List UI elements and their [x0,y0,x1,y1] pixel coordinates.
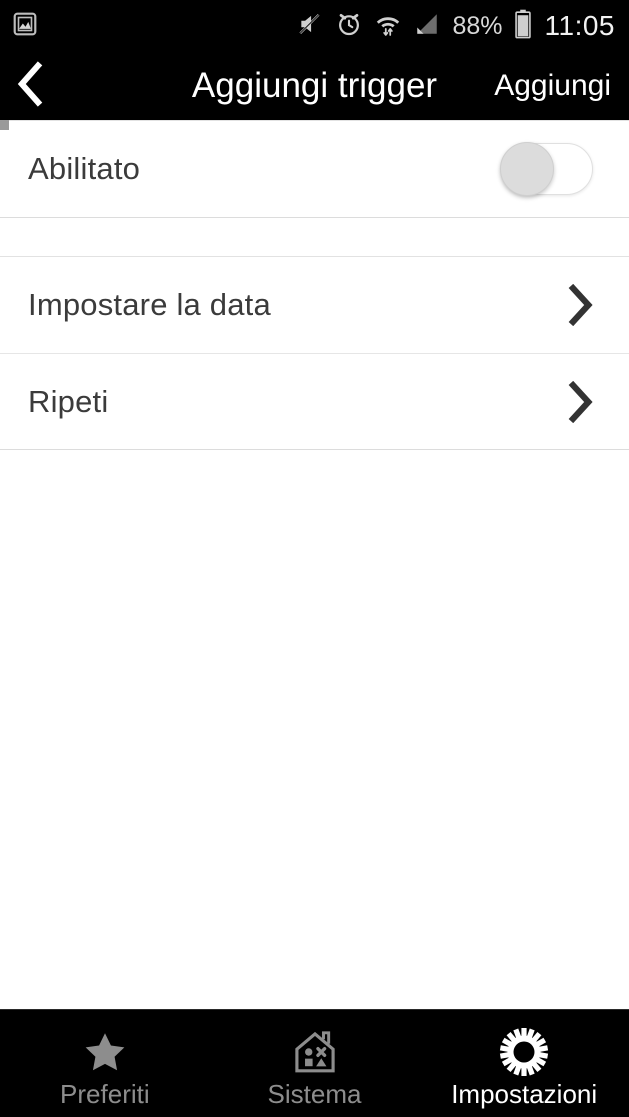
add-button[interactable]: Aggiungi [494,69,629,103]
star-icon [81,1027,129,1077]
battery-icon [514,9,532,44]
status-bar-clock: 11:05 [544,10,615,41]
row-accessory [500,142,605,196]
status-bar-left [12,11,38,42]
tab-label-sistema: Sistema [267,1078,362,1109]
tab-preferiti[interactable]: Preferiti [0,1010,210,1117]
chevron-left-icon [14,60,48,112]
row-accessory [563,283,605,327]
enabled-toggle[interactable] [500,142,593,196]
house-shapes-icon [290,1027,340,1077]
status-bar-right: 88% 11:05 [296,9,615,44]
scroll-position-indicator[interactable] [0,120,9,130]
row-accessory [563,380,605,423]
row-label-abilitato: Abilitato [28,151,141,186]
chevron-right-icon [563,283,597,327]
status-bar: 88% 11:05 [0,0,629,52]
tab-label-preferiti: Preferiti [60,1078,150,1109]
row-label-impostare-la-data: Impostare la data [28,287,271,322]
phone-screen: 88% 11:05 Aggiungi trigger Aggiungi Abil… [0,0,629,1117]
alarm-clock-icon [335,10,363,43]
row-ripeti[interactable]: Ripeti [0,353,629,449]
sound-muted-icon [296,11,324,42]
section-spacer [0,218,629,256]
toggle-knob [500,142,554,196]
gallery-image-icon [12,11,38,42]
battery-percent-label: 88% [452,11,503,40]
row-impostare-la-data[interactable]: Impostare la data [0,257,629,353]
gear-icon [498,1027,550,1077]
bottom-navigation-bar: Preferiti Sistema Impostazioni [0,1009,629,1117]
wifi-data-transfer-icon [374,10,402,43]
tab-sistema[interactable]: Sistema [210,1010,420,1117]
tab-label-impostazioni: Impostazioni [451,1078,598,1109]
enabled-section: Abilitato [0,120,629,218]
chevron-right-icon [563,380,597,423]
row-label-ripeti: Ripeti [28,383,109,419]
tab-impostazioni[interactable]: Impostazioni [419,1010,629,1117]
app-bar: Aggiungi trigger Aggiungi [0,52,629,120]
row-abilitato[interactable]: Abilitato [0,121,629,217]
cellular-signal-icon [413,11,441,42]
options-section: Impostare la data Ripeti [0,256,629,450]
content-area: Abilitato Impostare la data Ripeti [0,120,629,1009]
back-button[interactable] [0,52,62,120]
